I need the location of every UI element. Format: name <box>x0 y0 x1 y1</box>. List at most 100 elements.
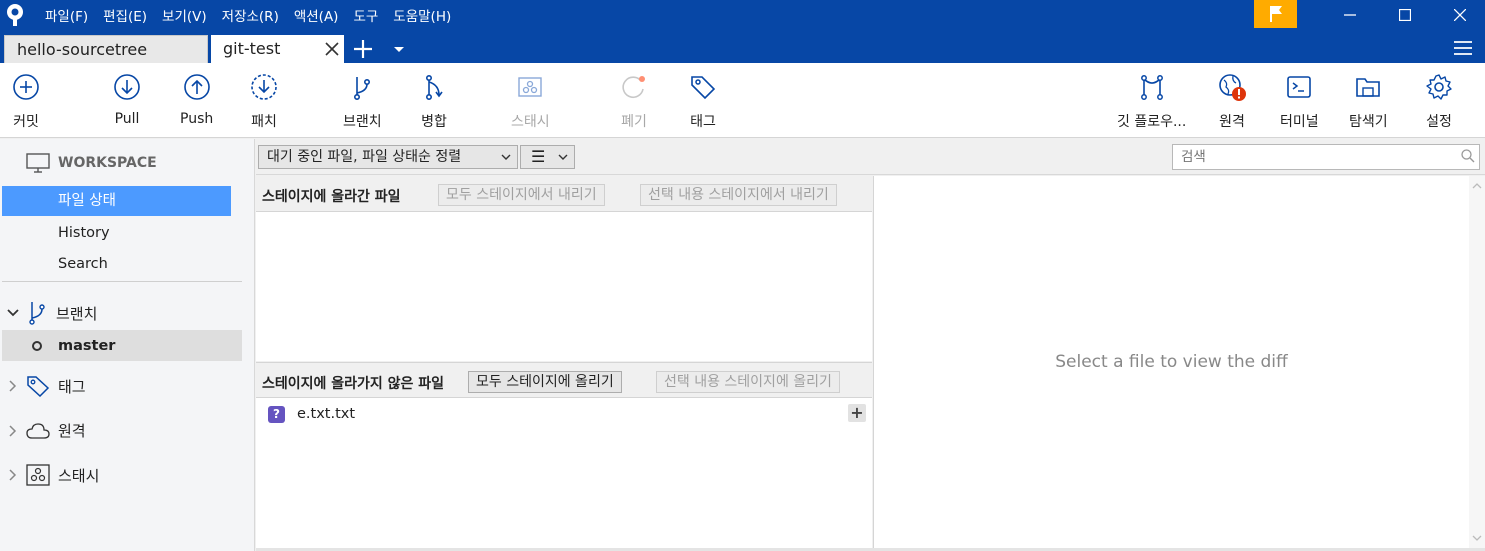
chevron-down-icon <box>501 154 511 160</box>
branch-item-master[interactable]: master <box>2 330 242 361</box>
sidebar-item-file-status[interactable]: 파일 상태 <box>2 186 231 216</box>
sourcetree-logo-icon <box>7 4 23 26</box>
terminal-label: 터미널 <box>1280 114 1319 130</box>
unstaged-files-header: 스테이지에 올라가지 않은 파일 모두 스테이지에 올리기 선택 내용 스테이지… <box>256 362 872 398</box>
sidebar-item-history[interactable]: History <box>2 218 231 248</box>
flag-button[interactable] <box>1254 0 1297 28</box>
branch-icon <box>354 77 371 100</box>
terminal-button[interactable]: 터미널 <box>1280 73 1319 131</box>
stage-selected-button[interactable]: 선택 내용 스테이지에 올리기 <box>656 371 840 393</box>
toolbar: 커밋 Pull Push 패치 브랜치 병합 스태시 폐기 태그 깃 플로우..… <box>0 63 1485 138</box>
tags-label: 태그 <box>58 377 86 396</box>
sidebar-item-search[interactable]: Search <box>2 249 231 279</box>
menu-edit[interactable]: 편집(E) <box>103 5 147 25</box>
stash-icon <box>26 464 50 486</box>
remote-label: 원격 <box>1219 114 1245 130</box>
stashes-label: 스태시 <box>58 466 100 485</box>
discard-label: 폐기 <box>621 114 647 130</box>
commit-button[interactable]: 커밋 <box>12 73 40 131</box>
branches-label: 브랜치 <box>56 304 98 323</box>
close-window-button[interactable] <box>1435 0 1485 30</box>
sidebar-group-branches[interactable]: 브랜치 <box>6 300 97 326</box>
patch-button[interactable]: 패치 <box>250 73 278 131</box>
commit-label: 커밋 <box>13 114 39 130</box>
staged-files-title: 스테이지에 올라간 파일 <box>262 189 401 205</box>
stash-button[interactable]: 스태시 <box>511 73 550 131</box>
chevron-down-icon <box>7 309 19 317</box>
unstage-all-button[interactable]: 모두 스테이지에서 내리기 <box>438 184 605 206</box>
git-flow-label: 깃 플로우... <box>1117 114 1187 130</box>
merge-icon <box>426 74 443 100</box>
tab-hello-sourcetree[interactable]: hello-sourcetree <box>4 35 208 63</box>
diff-placeholder: Select a file to view the diff <box>1055 352 1288 372</box>
branch-name: master <box>58 337 116 354</box>
tab-list-chevron-down-icon[interactable] <box>393 46 405 54</box>
push-label: Push <box>180 111 214 127</box>
tab-label: git-test <box>223 39 281 58</box>
list-view-icon: ☰ <box>531 147 546 166</box>
menu-repository[interactable]: 저장소(R) <box>222 5 279 25</box>
chevron-right-icon <box>9 469 17 481</box>
menu-view[interactable]: 보기(V) <box>162 5 207 25</box>
git-flow-icon <box>1140 75 1163 100</box>
unstaged-files-list: ? e.txt.txt + <box>256 398 872 548</box>
search-input[interactable] <box>1172 144 1480 170</box>
monitor-icon <box>26 153 50 173</box>
scroll-down-icon[interactable] <box>1469 530 1485 546</box>
unstage-selected-button[interactable]: 선택 내용 스테이지에서 내리기 <box>640 184 837 206</box>
tag-button[interactable]: 태그 <box>689 73 717 131</box>
pull-label: Pull <box>114 111 140 127</box>
add-tab-icon[interactable] <box>352 38 374 60</box>
file-row[interactable]: ? e.txt.txt + <box>256 402 872 426</box>
sidebar-group-tags[interactable]: 태그 <box>6 375 86 397</box>
close-tab-icon[interactable] <box>325 42 339 56</box>
search-icon <box>1461 149 1475 163</box>
pull-button[interactable]: Pull <box>113 73 141 127</box>
branch-label: 브랜치 <box>343 114 382 130</box>
current-branch-icon <box>32 340 42 351</box>
sidebar-divider <box>2 281 242 282</box>
tab-git-test[interactable]: git-test <box>211 35 344 63</box>
minimize-icon <box>1344 14 1356 16</box>
menu-tools[interactable]: 도구 <box>353 5 378 25</box>
pull-arrow-down-icon <box>114 74 140 100</box>
staged-files-list <box>256 212 872 361</box>
chevron-right-icon <box>9 424 17 437</box>
minimize-button[interactable] <box>1325 0 1375 30</box>
sort-dropdown-value: 대기 중인 파일, 파일 상태순 정렬 <box>267 149 462 165</box>
hamburger-menu-icon[interactable] <box>1453 40 1473 56</box>
sort-dropdown[interactable]: 대기 중인 파일, 파일 상태순 정렬 <box>258 145 518 169</box>
tag-icon <box>691 76 716 100</box>
menu-file[interactable]: 파일(F) <box>45 5 88 25</box>
branch-icon <box>29 302 45 325</box>
view-mode-dropdown[interactable]: ☰ <box>520 145 575 169</box>
scroll-up-icon[interactable] <box>1469 178 1485 194</box>
sidebar-group-remotes[interactable]: 원격 <box>6 420 86 441</box>
push-button[interactable]: Push <box>180 73 213 127</box>
discard-button[interactable]: 폐기 <box>620 73 648 131</box>
remote-button[interactable]: 원격 <box>1218 73 1246 131</box>
diff-scrollbar[interactable] <box>1469 176 1485 548</box>
remotes-label: 원격 <box>58 422 86 440</box>
explorer-button[interactable]: 탐색기 <box>1349 73 1388 131</box>
stage-file-plus-button[interactable]: + <box>848 404 866 422</box>
menu-actions[interactable]: 액션(A) <box>294 5 339 25</box>
branch-button[interactable]: 브랜치 <box>343 73 382 131</box>
untracked-question-icon: ? <box>268 405 285 423</box>
stage-all-button[interactable]: 모두 스테이지에 올리기 <box>468 371 622 393</box>
terminal-icon <box>1287 76 1312 98</box>
stash-label: 스태시 <box>511 114 550 130</box>
menu-help[interactable]: 도움말(H) <box>393 5 451 25</box>
cloud-icon <box>26 422 50 439</box>
maximize-button[interactable] <box>1380 0 1430 30</box>
git-flow-button[interactable]: 깃 플로우... <box>1117 73 1186 131</box>
push-arrow-up-icon <box>183 74 210 100</box>
chevron-down-icon <box>558 154 568 160</box>
merge-button[interactable]: 병합 <box>420 73 448 131</box>
settings-button[interactable]: 설정 <box>1425 73 1453 131</box>
workspace-label: WORKSPACE <box>58 155 157 171</box>
sidebar-group-stashes[interactable]: 스태시 <box>6 464 99 486</box>
sidebar: WORKSPACE 파일 상태 History Search 브랜치 maste… <box>0 139 255 551</box>
filter-bar: 대기 중인 파일, 파일 상태순 정렬 ☰ <box>256 139 1485 175</box>
maximize-icon <box>1399 9 1411 21</box>
